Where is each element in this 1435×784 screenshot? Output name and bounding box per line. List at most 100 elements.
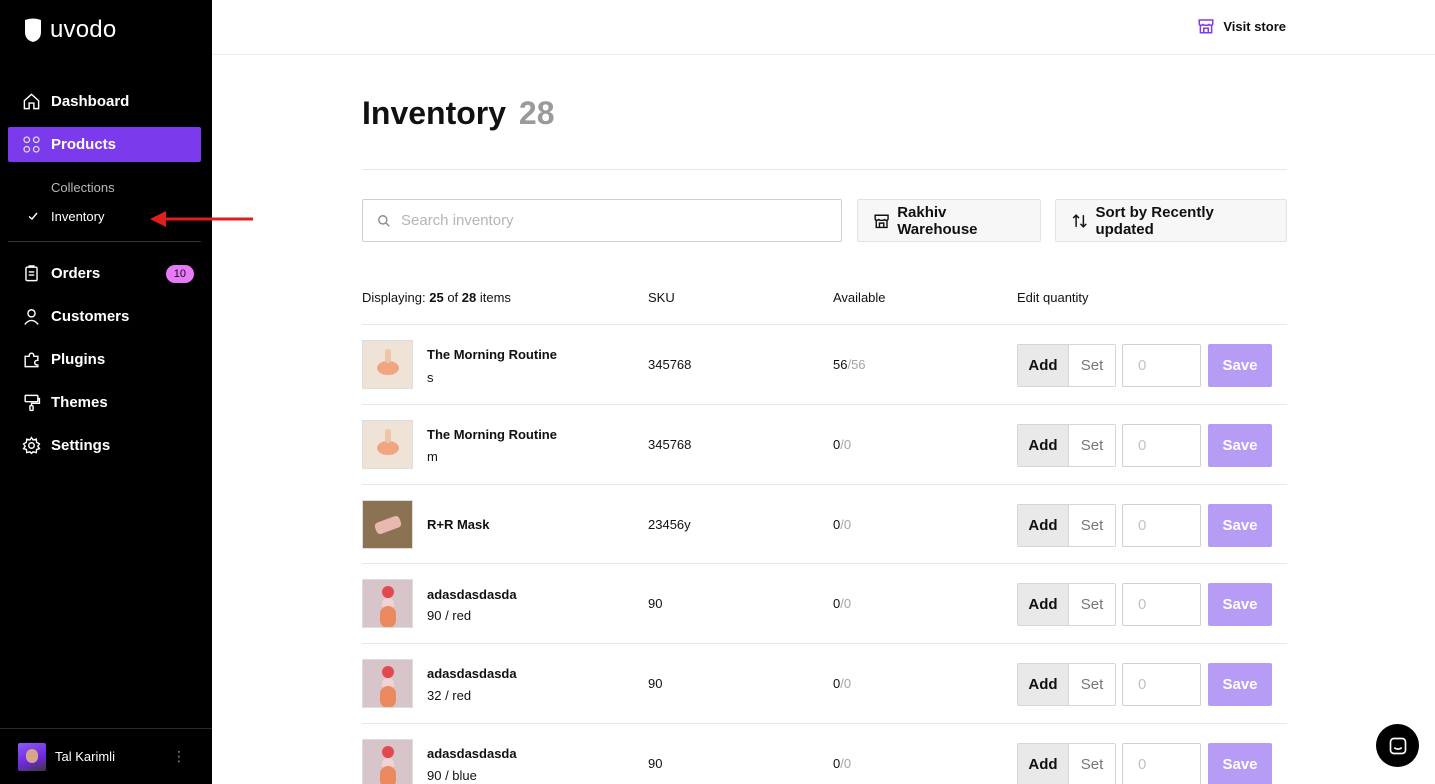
mode-toggle: Add Set [1017, 663, 1116, 706]
product-name[interactable]: The Morning Routine [427, 427, 557, 442]
product-thumbnail[interactable] [362, 659, 413, 708]
sort-button[interactable]: Sort by Recently updated [1055, 199, 1287, 242]
mode-toggle: Add Set [1017, 583, 1116, 626]
nav-dashboard[interactable]: Dashboard [8, 84, 201, 119]
warehouse-button[interactable]: Rakhiv Warehouse [857, 199, 1041, 242]
visit-store-link[interactable]: Visit store [1197, 17, 1286, 35]
product-thumbnail[interactable] [362, 500, 413, 549]
sku-value: 345768 [648, 357, 692, 372]
puzzle-icon [24, 352, 39, 368]
nav-themes[interactable]: Themes [8, 385, 201, 420]
save-button[interactable]: Save [1208, 743, 1272, 784]
grid-icon [23, 136, 40, 153]
annotation-arrow-icon [150, 211, 253, 227]
nav-customers-label: Customers [51, 308, 130, 325]
table-row: adasdasdasda 32 / red 90 0/0 Add Set Sav… [362, 643, 1287, 723]
logo[interactable]: uvodo [22, 16, 116, 44]
mode-toggle: Add Set [1017, 743, 1116, 784]
sort-label: Sort by Recently updated [1095, 203, 1214, 238]
page-title: Inventory 28 [362, 95, 555, 132]
product-name[interactable]: The Morning Routine [427, 347, 557, 362]
add-mode-button[interactable]: Add [1018, 345, 1069, 386]
product-variant: 32 / red [427, 688, 472, 703]
save-button[interactable]: Save [1208, 504, 1272, 547]
set-mode-button[interactable]: Set [1069, 345, 1115, 386]
sku-value: 90 [648, 756, 663, 771]
search-input[interactable] [401, 212, 821, 229]
column-header-available: Available [833, 290, 886, 305]
user-profile[interactable]: Tal Karimli ⋮ [0, 728, 212, 784]
available-total: /0 [840, 437, 852, 452]
add-mode-button[interactable]: Add [1018, 505, 1069, 546]
mode-toggle: Add Set [1017, 424, 1116, 467]
sidebar-divider [8, 241, 201, 242]
store-icon [1198, 19, 1214, 34]
quantity-input[interactable] [1122, 344, 1201, 387]
user-icon [24, 309, 39, 325]
product-thumbnail[interactable] [362, 739, 413, 784]
save-button[interactable]: Save [1208, 424, 1272, 467]
nav-customers[interactable]: Customers [8, 299, 201, 334]
orders-count-badge: 10 [165, 264, 194, 283]
add-mode-button[interactable]: Add [1018, 664, 1069, 705]
set-mode-button[interactable]: Set [1069, 664, 1115, 705]
save-button[interactable]: Save [1208, 663, 1272, 706]
visit-store-label: Visit store [1223, 18, 1286, 34]
set-mode-button[interactable]: Set [1069, 425, 1115, 466]
set-mode-button[interactable]: Set [1069, 584, 1115, 625]
column-header-sku: SKU [648, 290, 675, 305]
add-mode-button[interactable]: Add [1018, 425, 1069, 466]
paint-roller-icon [24, 394, 41, 412]
check-icon [28, 212, 38, 220]
save-button[interactable]: Save [1208, 583, 1272, 626]
sku-value: 23456y [648, 517, 691, 532]
more-vertical-icon[interactable]: ⋮ [172, 749, 186, 763]
table-row: R+R Mask 23456y 0/0 Add Set Save [362, 484, 1287, 564]
warehouse-label: Rakhiv Warehouse [897, 203, 978, 238]
chat-launcher-button[interactable] [1376, 724, 1419, 767]
nav-orders[interactable]: Orders 10 [8, 256, 201, 291]
avatar [18, 742, 46, 771]
sub-item-inventory[interactable]: Inventory [51, 209, 104, 224]
product-name[interactable]: adasdasdasda [427, 666, 517, 681]
product-thumbnail[interactable] [362, 420, 413, 469]
product-variant: m [427, 449, 438, 464]
available-value: 0/0 [833, 517, 851, 532]
quantity-input[interactable] [1122, 663, 1201, 706]
set-mode-button[interactable]: Set [1069, 744, 1115, 784]
total-count: 28 [461, 290, 477, 305]
sub-item-collections[interactable]: Collections [51, 180, 115, 195]
available-value: 0/0 [833, 437, 851, 452]
available-total: /0 [840, 756, 852, 771]
chat-icon [1389, 737, 1406, 754]
items-word: items [479, 290, 511, 305]
quantity-input[interactable] [1122, 504, 1201, 547]
nav-settings[interactable]: Settings [8, 428, 201, 463]
product-thumbnail[interactable] [362, 579, 413, 628]
quantity-input[interactable] [1122, 583, 1201, 626]
nav-products[interactable]: Products [8, 127, 201, 162]
product-thumbnail[interactable] [362, 340, 413, 389]
mode-toggle: Add Set [1017, 344, 1116, 387]
quantity-input[interactable] [1122, 424, 1201, 467]
nav-orders-label: Orders [51, 265, 101, 282]
of-word: of [447, 290, 459, 305]
add-mode-button[interactable]: Add [1018, 584, 1069, 625]
add-mode-button[interactable]: Add [1018, 744, 1069, 784]
save-button[interactable]: Save [1208, 344, 1272, 387]
available-count: 56 [833, 357, 848, 372]
product-name[interactable]: R+R Mask [427, 517, 490, 532]
available-total: /0 [840, 596, 852, 611]
nav-dashboard-label: Dashboard [51, 93, 130, 110]
product-name[interactable]: adasdasdasda [427, 587, 517, 602]
nav-plugins[interactable]: Plugins [8, 342, 201, 377]
set-mode-button[interactable]: Set [1069, 505, 1115, 546]
product-variant: s [427, 370, 434, 385]
home-icon [23, 93, 40, 110]
topbar: Visit store [212, 0, 1435, 55]
search-box[interactable] [362, 199, 842, 242]
product-name[interactable]: adasdasdasda [427, 746, 517, 761]
sku-value: 345768 [648, 437, 692, 452]
quantity-input[interactable] [1122, 743, 1201, 784]
displaying-count: 25 [429, 290, 444, 305]
